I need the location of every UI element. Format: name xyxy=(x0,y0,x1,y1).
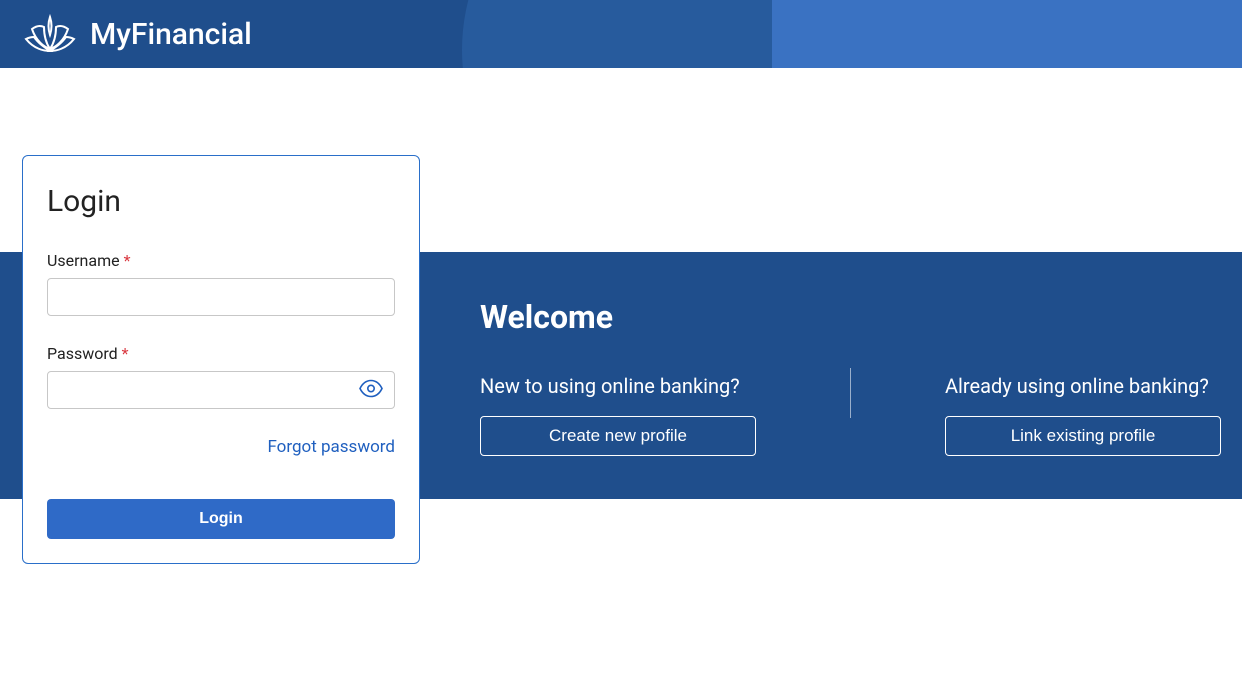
lotus-icon xyxy=(22,13,78,55)
login-button[interactable]: Login xyxy=(47,499,395,539)
login-card: Login Username * Password * Forgot pa xyxy=(22,155,420,564)
new-user-question: New to using online banking? xyxy=(480,374,740,398)
password-input[interactable] xyxy=(47,371,395,409)
link-profile-button[interactable]: Link existing profile xyxy=(945,416,1221,456)
username-input[interactable] xyxy=(47,278,395,316)
existing-user-question: Already using online banking? xyxy=(945,374,1209,398)
app-header: MyFinancial xyxy=(0,0,1242,68)
new-user-column: New to using online banking? Create new … xyxy=(480,374,850,456)
required-indicator: * xyxy=(124,251,131,270)
password-label: Password * xyxy=(47,344,395,363)
forgot-password-link[interactable]: Forgot password xyxy=(47,437,395,457)
create-profile-button[interactable]: Create new profile xyxy=(480,416,756,456)
welcome-columns: New to using online banking? Create new … xyxy=(480,374,1222,456)
brand-logo: MyFinancial xyxy=(22,13,252,55)
username-field-group: Username * xyxy=(47,251,395,316)
login-title: Login xyxy=(47,184,395,219)
username-label: Username * xyxy=(47,251,395,270)
required-indicator: * xyxy=(122,344,129,363)
welcome-section: Welcome New to using online banking? Cre… xyxy=(480,298,1222,456)
toggle-password-visibility-button[interactable] xyxy=(355,376,387,405)
welcome-title: Welcome xyxy=(480,298,1222,336)
eye-icon xyxy=(359,380,383,401)
password-field-group: Password * xyxy=(47,344,395,409)
existing-user-column: Already using online banking? Link exist… xyxy=(851,374,1221,456)
brand-name: MyFinancial xyxy=(90,17,252,52)
